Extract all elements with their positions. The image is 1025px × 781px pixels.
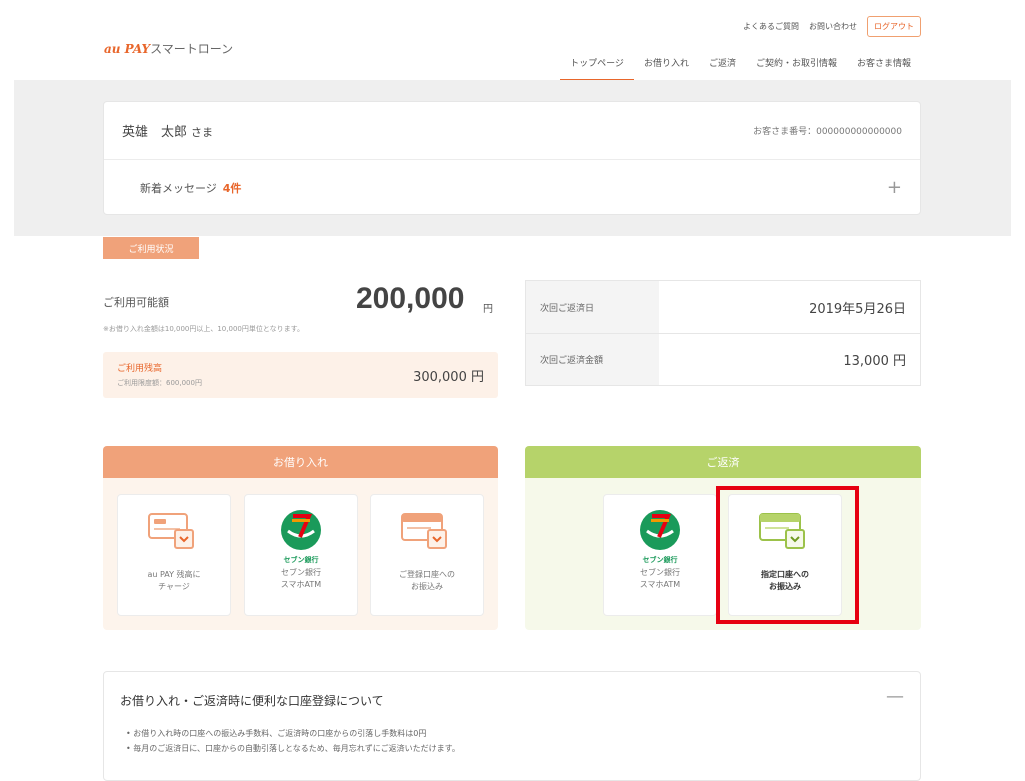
logo-brand: au PAY xyxy=(104,42,151,56)
available-amount: 200,000 xyxy=(356,282,465,315)
nav-borrow[interactable]: お借り入れ xyxy=(634,50,699,82)
next-repay-amount-label: 次回ご返済金額 xyxy=(526,334,659,385)
messages-label: 新着メッセージ 4件 xyxy=(140,180,241,196)
utility-links: よくあるご質問 お問い合わせ ログアウト xyxy=(743,16,921,37)
borrow-panel-title: お借り入れ xyxy=(103,446,498,478)
seven-bank-logo-icon xyxy=(278,507,324,553)
next-repay-amount-value: 13,000 円 xyxy=(843,354,906,369)
registered-account-transfer-tile[interactable]: ご登録口座への お振込み xyxy=(370,494,484,616)
account-registration-info: お借り入れ・ご返済時に便利な口座登録について — お借り入れ時の口座への振込み手… xyxy=(103,671,921,781)
seven-bank-brand: セブン銀行 xyxy=(283,556,319,564)
customer-number-value: 000000000000000 xyxy=(816,127,902,137)
nav-repay[interactable]: ご返済 xyxy=(699,50,746,82)
usage-title: ご利用残高 xyxy=(117,364,163,374)
repayment-row: 次回ご返済日 2019年5月26日 xyxy=(526,281,920,333)
customer-name-text: 英雄 太郎 xyxy=(122,125,188,140)
usage-limit: ご利用限度額：600,000円 xyxy=(117,379,202,387)
minus-icon[interactable]: — xyxy=(886,686,904,707)
available-unit: 円 xyxy=(483,304,493,315)
seven-bank-atm-tile[interactable]: セブン銀行 セブン銀行 スマホATM xyxy=(244,494,358,616)
borrow-panel: お借り入れ au PAY 残高にチャージ セブン銀行 セブン銀行スマホATM xyxy=(103,446,498,630)
next-repay-date-label: 次回ご返済日 xyxy=(526,281,659,333)
repayment-table: 次回ご返済日 2019年5月26日 次回ご返済金額 13,000 円 xyxy=(525,280,921,386)
customer-name: 英雄 太郎 さま xyxy=(122,121,213,140)
seven-bank-logo-icon xyxy=(637,507,683,553)
status-tag: ご利用状況 xyxy=(103,237,199,259)
highlight-annotation xyxy=(716,486,859,624)
main-nav: トップページ お借り入れ ご返済 ご契約・お取引情報 お客さま情報 xyxy=(560,50,921,82)
usage-value: 300,000 円 xyxy=(413,370,484,385)
plus-icon[interactable]: + xyxy=(887,177,902,198)
customer-honorific: さま xyxy=(191,126,214,139)
au-pay-charge-label: au PAY 残高に チャージ xyxy=(147,570,201,591)
info-bullet: お借り入れ時の口座への振込み手数料、ご返済時の口座からの引落し手数料は0円 xyxy=(126,726,460,741)
available-label: ご利用可能額 xyxy=(103,296,169,309)
seven-bank-atm-repay-label: セブン銀行 スマホATM xyxy=(639,568,681,589)
seven-bank-atm-repay-tile[interactable]: セブン銀行 セブン銀行 スマホATM xyxy=(603,494,717,616)
faq-link[interactable]: よくあるご質問 xyxy=(743,21,799,32)
nav-customer[interactable]: お客さま情報 xyxy=(847,50,921,82)
contact-link[interactable]: お問い合わせ xyxy=(809,21,857,32)
logo-text: スマートローン xyxy=(150,42,234,56)
info-bullets: お借り入れ時の口座への振込み手数料、ご返済時の口座からの引落し手数料は0円 毎月… xyxy=(126,726,460,756)
customer-card: 英雄 太郎 さま お客さま番号：000000000000000 新着メッセージ 4件… xyxy=(103,101,921,215)
au-pay-charge-tile[interactable]: au PAY 残高に チャージ xyxy=(117,494,231,616)
registered-account-transfer-label: ご登録口座への お振込み xyxy=(399,570,455,591)
next-repay-date-value: 2019年5月26日 xyxy=(809,301,906,317)
messages-toggle[interactable]: 新着メッセージ 4件 + xyxy=(104,160,920,215)
customer-number-label: お客さま番号： xyxy=(753,127,817,137)
messages-label-text: 新着メッセージ xyxy=(140,181,217,195)
nav-contract[interactable]: ご契約・お取引情報 xyxy=(746,50,847,82)
usage-box: ご利用残高 ご利用限度額：600,000円 300,000 円 xyxy=(103,352,498,398)
seven-bank-brand: セブン銀行 xyxy=(642,556,678,564)
logout-button[interactable]: ログアウト xyxy=(867,16,921,37)
customer-number: お客さま番号：000000000000000 xyxy=(753,124,902,137)
au-pay-card-icon xyxy=(145,507,203,553)
repayment-row: 次回ご返済金額 13,000 円 xyxy=(526,333,920,385)
seven-bank-atm-label: セブン銀行 スマホATM xyxy=(280,568,322,589)
info-title[interactable]: お借り入れ・ご返済時に便利な口座登録について xyxy=(120,692,384,709)
info-bullet: 毎月のご返済日に、口座からの自動引落しとなるため、毎月忘れずにご返済いただけます… xyxy=(126,741,460,756)
messages-count: 4件 xyxy=(222,181,242,195)
app-logo[interactable]: au PAYスマートローン xyxy=(104,40,233,57)
repay-panel-title: ご返済 xyxy=(525,446,921,478)
nav-top[interactable]: トップページ xyxy=(560,50,634,82)
available-note: ※お借り入れ金額は10,000円以上、10,000円単位となります。 xyxy=(103,325,304,333)
customer-row: 英雄 太郎 さま お客さま番号：000000000000000 xyxy=(104,102,920,160)
bank-card-icon xyxy=(398,507,456,553)
